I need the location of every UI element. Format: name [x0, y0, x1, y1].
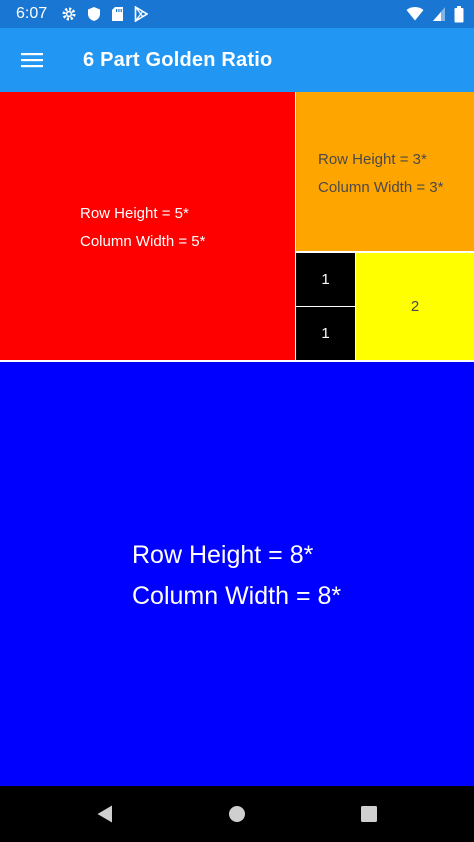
cell-blue-row-height: Row Height = 8*	[132, 541, 314, 569]
home-icon[interactable]	[171, 805, 303, 823]
cell-yellow-label: 2	[410, 298, 420, 315]
wifi-icon	[406, 6, 424, 22]
app-bar: 6 Part Golden Ratio	[0, 28, 474, 92]
cell-red-row-height: Row Height = 5*	[80, 205, 189, 222]
back-icon[interactable]	[39, 804, 171, 824]
cell-red-column-width: Column Width = 5*	[80, 233, 206, 250]
cell-black-top: 1	[296, 253, 355, 306]
cell-black-top-label: 1	[321, 271, 330, 288]
status-icons-left	[61, 6, 149, 22]
battery-icon	[454, 5, 464, 23]
cell-black-bottom-label: 1	[321, 325, 330, 342]
recents-icon[interactable]	[303, 805, 435, 823]
sd-card-icon	[111, 6, 124, 22]
cell-blue-column-width: Column Width = 8*	[132, 582, 342, 610]
status-bar: 6:07	[0, 0, 474, 28]
cell-red: Row Height = 5* Column Width = 5*	[0, 92, 295, 360]
golden-ratio-grid: Row Height = 5* Column Width = 5* Row He…	[0, 92, 474, 786]
cell-black-bottom: 1	[296, 307, 355, 360]
cell-red-text: Row Height = 5* Column Width = 5*	[80, 200, 205, 256]
cell-orange-row-height: Row Height = 3*	[318, 151, 427, 168]
cell-orange: Row Height = 3* Column Width = 3*	[296, 92, 474, 251]
play-store-icon	[134, 6, 149, 22]
cell-yellow: 2	[356, 253, 474, 360]
signal-icon	[432, 6, 446, 22]
page-title: 6 Part Golden Ratio	[83, 48, 273, 71]
navigation-bar	[0, 786, 474, 842]
shield-icon	[87, 6, 101, 22]
cell-orange-text: Row Height = 3* Column Width = 3*	[318, 146, 443, 202]
cell-blue-text: Row Height = 8* Column Width = 8*	[132, 535, 341, 617]
status-time: 6:07	[16, 5, 48, 22]
cell-orange-column-width: Column Width = 3*	[318, 179, 444, 196]
hamburger-menu-icon[interactable]	[20, 48, 44, 72]
status-icons-right	[406, 5, 464, 23]
cell-blue: Row Height = 8* Column Width = 8*	[0, 362, 474, 786]
settings-icon	[61, 6, 77, 22]
